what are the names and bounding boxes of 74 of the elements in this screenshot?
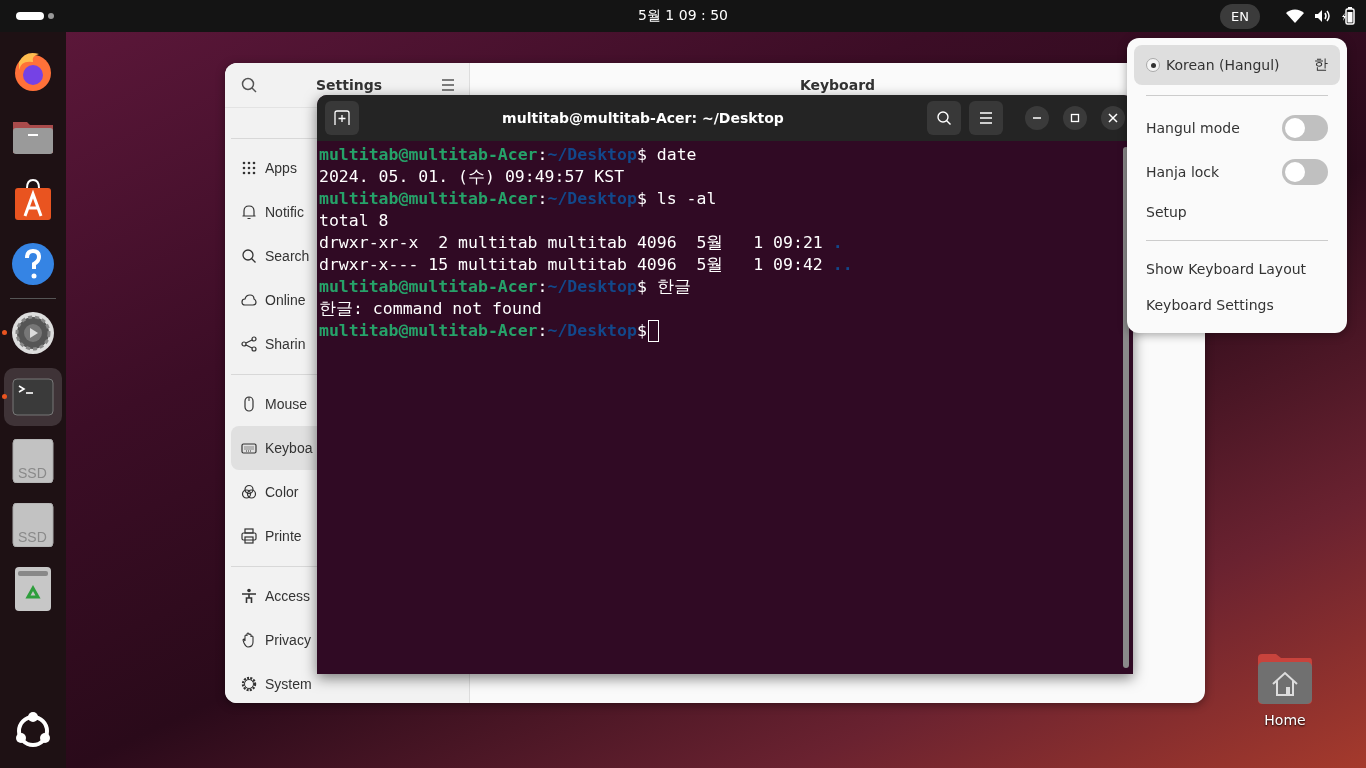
window-title: multitab@multitab-Acer: ~/Desktop	[501, 110, 785, 126]
volume-icon[interactable]	[1314, 9, 1332, 23]
sidebar-item[interactable]: Online	[231, 278, 317, 322]
toggle-switch[interactable]	[1282, 115, 1328, 141]
printer-icon	[241, 528, 257, 544]
sidebar-item[interactable]: Privacy	[231, 618, 317, 662]
battery-icon[interactable]	[1342, 7, 1356, 25]
sidebar-item[interactable]: Apps	[231, 146, 317, 190]
menu-button[interactable]	[969, 101, 1003, 135]
color-icon	[241, 484, 257, 500]
drive-icon	[11, 503, 55, 547]
window-title: Settings	[315, 77, 383, 93]
terminal-line: 2024. 05. 01. (수) 09:49:57 KST	[319, 166, 625, 188]
maximize-icon	[1070, 113, 1080, 123]
search-button[interactable]	[927, 101, 961, 135]
share-icon	[241, 336, 257, 352]
search-icon	[936, 110, 952, 126]
minimize-button[interactable]	[1025, 106, 1049, 130]
sidebar-item[interactable]: Color	[231, 470, 317, 514]
keyboard-icon	[241, 440, 257, 456]
grid-icon	[241, 160, 257, 176]
terminal-line: multitab@multitab-Acer:~/Desktop$ 한글	[319, 276, 691, 298]
input-mode-symbol: 한	[1314, 56, 1328, 74]
sidebar-item[interactable]: Notific	[231, 190, 317, 234]
sidebar-item[interactable]: Sharin	[231, 322, 317, 366]
sidebar-item[interactable]: Access	[231, 574, 317, 618]
workspace-indicator[interactable]	[16, 12, 54, 20]
help-icon	[11, 242, 55, 286]
menu-item[interactable]: Show Keyboard Layout	[1134, 251, 1319, 287]
terminal-line: total 8	[319, 210, 389, 232]
desktop-icon-label: Home	[1264, 712, 1306, 728]
close-button[interactable]	[1101, 106, 1125, 130]
menu-item[interactable]: Setup	[1134, 194, 1199, 230]
radio-icon	[1146, 58, 1160, 72]
input-source-item[interactable]: Korean (Hangul) 한	[1134, 45, 1340, 85]
input-method-indicator[interactable]: EN	[1220, 3, 1260, 29]
gear-icon	[11, 311, 55, 355]
terminal-line: drwxr-xr-x 2 multitab multitab 4096 5월 1 09:21 .	[319, 232, 843, 254]
gear-icon	[241, 676, 257, 692]
sidebar-item[interactable]: Search	[231, 234, 317, 278]
bell-icon	[241, 204, 257, 220]
menu-item[interactable]: Keyboard Settings	[1134, 287, 1286, 323]
wifi-icon[interactable]	[1286, 9, 1304, 23]
terminal-line: multitab@multitab-Acer:~/Desktop$ date	[319, 144, 697, 166]
minimize-icon	[1032, 117, 1042, 119]
clock[interactable]: 5월 1 09 : 50	[638, 7, 728, 25]
home-folder-icon[interactable]	[1256, 652, 1314, 706]
person-icon	[241, 588, 257, 604]
sidebar-item[interactable]: Keyboa	[231, 426, 317, 470]
sidebar-item[interactable]: System	[231, 662, 317, 703]
hand-icon	[241, 632, 257, 648]
menu-icon	[979, 112, 993, 124]
maximize-button[interactable]	[1063, 106, 1087, 130]
mouse-icon	[241, 396, 257, 412]
cloud-icon	[241, 292, 257, 308]
terminal-line: multitab@multitab-Acer:~/Desktop$ ls -al	[319, 188, 717, 210]
drive-label: SSD	[18, 529, 47, 545]
terminal-icon	[11, 375, 55, 419]
toggle-switch[interactable]	[1282, 159, 1328, 185]
drive-label: SSD	[18, 465, 47, 481]
close-icon	[1108, 113, 1118, 123]
sidebar-item[interactable]: Printe	[231, 514, 317, 558]
terminal-line: 한글: command not found	[319, 298, 542, 320]
search-icon[interactable]	[241, 77, 257, 93]
toggle-label: Hangul mode	[1146, 120, 1240, 136]
sidebar-item[interactable]: Mouse	[231, 382, 317, 426]
drive-icon	[11, 439, 55, 483]
toggle-label: Hanja lock	[1146, 164, 1220, 180]
terminal-line: multitab@multitab-Acer:~/Desktop$	[319, 320, 647, 342]
search-icon	[241, 248, 257, 264]
new-tab-button[interactable]	[325, 101, 359, 135]
terminal-line: drwxr-x--- 15 multitab multitab 4096 5월 1 09:42 ..	[319, 254, 853, 276]
menu-icon[interactable]	[441, 79, 455, 91]
plus-icon	[334, 110, 350, 126]
